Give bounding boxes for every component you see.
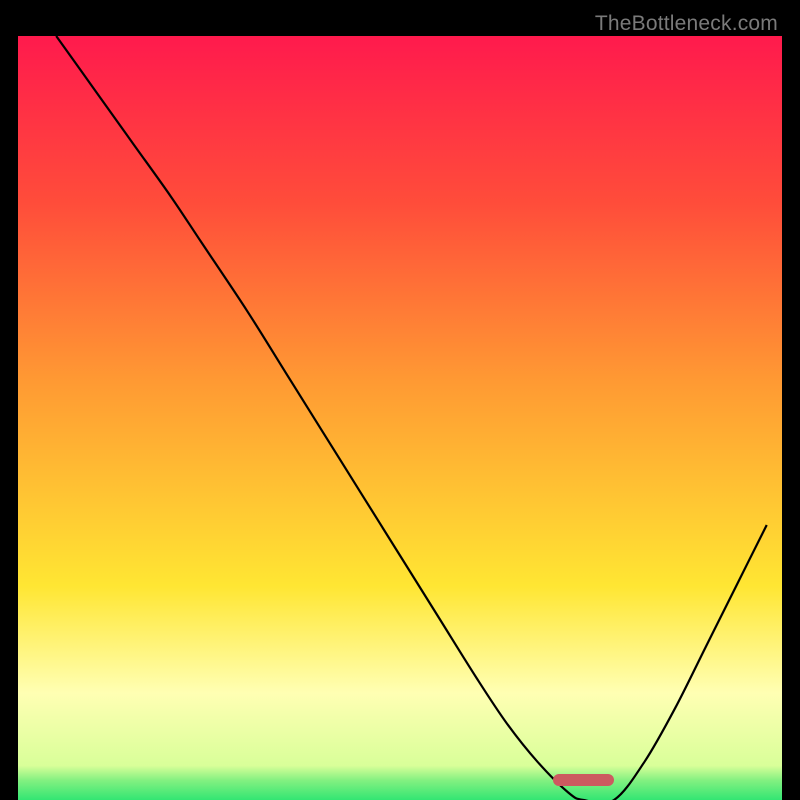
chart-frame: TheBottleneck.com [8,8,792,792]
plot-area [18,36,782,788]
watermark-text: TheBottleneck.com [595,12,778,36]
bottleneck-curve [18,36,782,800]
optimal-marker [553,774,614,786]
